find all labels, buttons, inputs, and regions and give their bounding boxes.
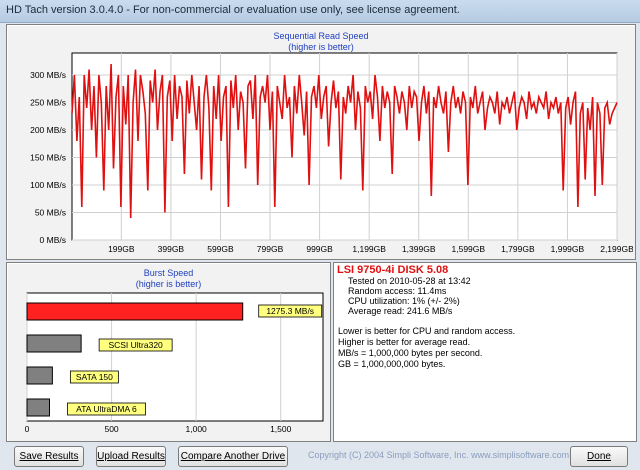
note-line: Lower is better for CPU and random acces… — [338, 326, 516, 336]
title-bar[interactable]: HD Tach version 3.0.4.0 - For non-commer… — [0, 0, 640, 23]
read-speed-panel: Sequential Read Speed (higher is better)… — [6, 24, 636, 260]
hdtach-window: HD Tach version 3.0.4.0 - For non-commer… — [0, 0, 640, 470]
read-speed-chart: 0 MB/s 50 MB/s 100 MB/s 150 MB/s 200 MB/s 250… — [30, 52, 633, 254]
save-results-label: Save Results — [19, 451, 79, 462]
burst-x-tick-label: 500 — [104, 424, 118, 434]
note-line: GB = 1,000,000,000 bytes. — [338, 359, 446, 369]
done-button[interactable]: Done — [570, 446, 628, 467]
y-tick-label: 200 MB/s — [30, 125, 66, 135]
x-tick-label: 799GB — [257, 244, 284, 254]
results-info-panel: LSI 9750-4i DISK 5.08 Tested on 2010-05-… — [333, 262, 637, 442]
x-tick-label: 1,399GB — [402, 244, 436, 254]
upload-results-button[interactable]: Upload Results — [96, 446, 166, 467]
x-tick-label: 599GB — [207, 244, 234, 254]
burst-speed-chart: 0 500 1,000 1,500 1275.3 MB/s SCSI Ultra320 SA… — [25, 292, 324, 434]
note-line: Higher is better for average read. — [338, 337, 471, 347]
x-tick-label: 999GB — [306, 244, 333, 254]
burst-bar-label: 1275.3 MB/s — [266, 306, 314, 316]
burst-bar-tested-drive — [26, 302, 244, 321]
upload-results-label: Upload Results — [97, 451, 165, 462]
save-results-button[interactable]: Save Results — [14, 446, 84, 467]
burst-x-tick-label: 1,000 — [186, 424, 208, 434]
burst-bar-label: SATA 150 — [76, 372, 113, 382]
note-line: MB/s = 1,000,000 bytes per second. — [338, 348, 483, 358]
y-tick-label: 150 MB/s — [30, 153, 66, 163]
burst-bar-label: ATA UltraDMA 6 — [76, 404, 137, 414]
burst-bar-reference — [26, 398, 50, 417]
x-tick-label: 2,199GB — [600, 244, 633, 254]
y-tick-label: 0 MB/s — [40, 235, 66, 245]
compare-drive-label: Compare Another Drive — [180, 451, 286, 462]
copyright-text: Copyright (C) 2004 Simpli Software, Inc.… — [308, 450, 570, 460]
x-tick-label: 1,199GB — [352, 244, 386, 254]
average-read: Average read: 241.6 MB/s — [348, 306, 453, 316]
burst-bar-reference — [26, 334, 82, 353]
burst-bar-label: SCSI Ultra320 — [108, 340, 163, 350]
window-title: HD Tach version 3.0.4.0 - For non-commer… — [6, 4, 460, 16]
x-tick-label: 1,599GB — [452, 244, 486, 254]
x-tick-label: 199GB — [108, 244, 135, 254]
x-tick-label: 399GB — [158, 244, 185, 254]
burst-bar-reference — [26, 366, 53, 385]
y-tick-label: 300 MB/s — [30, 70, 66, 80]
burst-x-tick-label: 0 — [25, 424, 30, 434]
y-tick-label: 50 MB/s — [35, 208, 66, 218]
burst-speed-panel: Burst Speed (higher is better) 0 500 1,000… — [6, 262, 331, 442]
x-tick-label: 1,799GB — [501, 244, 535, 254]
cpu-utilization: CPU utilization: 1% (+/- 2%) — [348, 296, 460, 306]
tested-on: Tested on 2010-05-28 at 13:42 — [348, 276, 471, 286]
compare-drive-button[interactable]: Compare Another Drive — [178, 446, 288, 467]
done-label: Done — [587, 451, 611, 462]
x-tick-label: 1,999GB — [551, 244, 585, 254]
y-tick-label: 250 MB/s — [30, 98, 66, 108]
random-access: Random access: 11.4ms — [348, 286, 447, 296]
drive-name: LSI 9750-4i DISK 5.08 — [337, 264, 449, 276]
y-tick-label: 100 MB/s — [30, 180, 66, 190]
burst-x-tick-label: 1,500 — [270, 424, 292, 434]
